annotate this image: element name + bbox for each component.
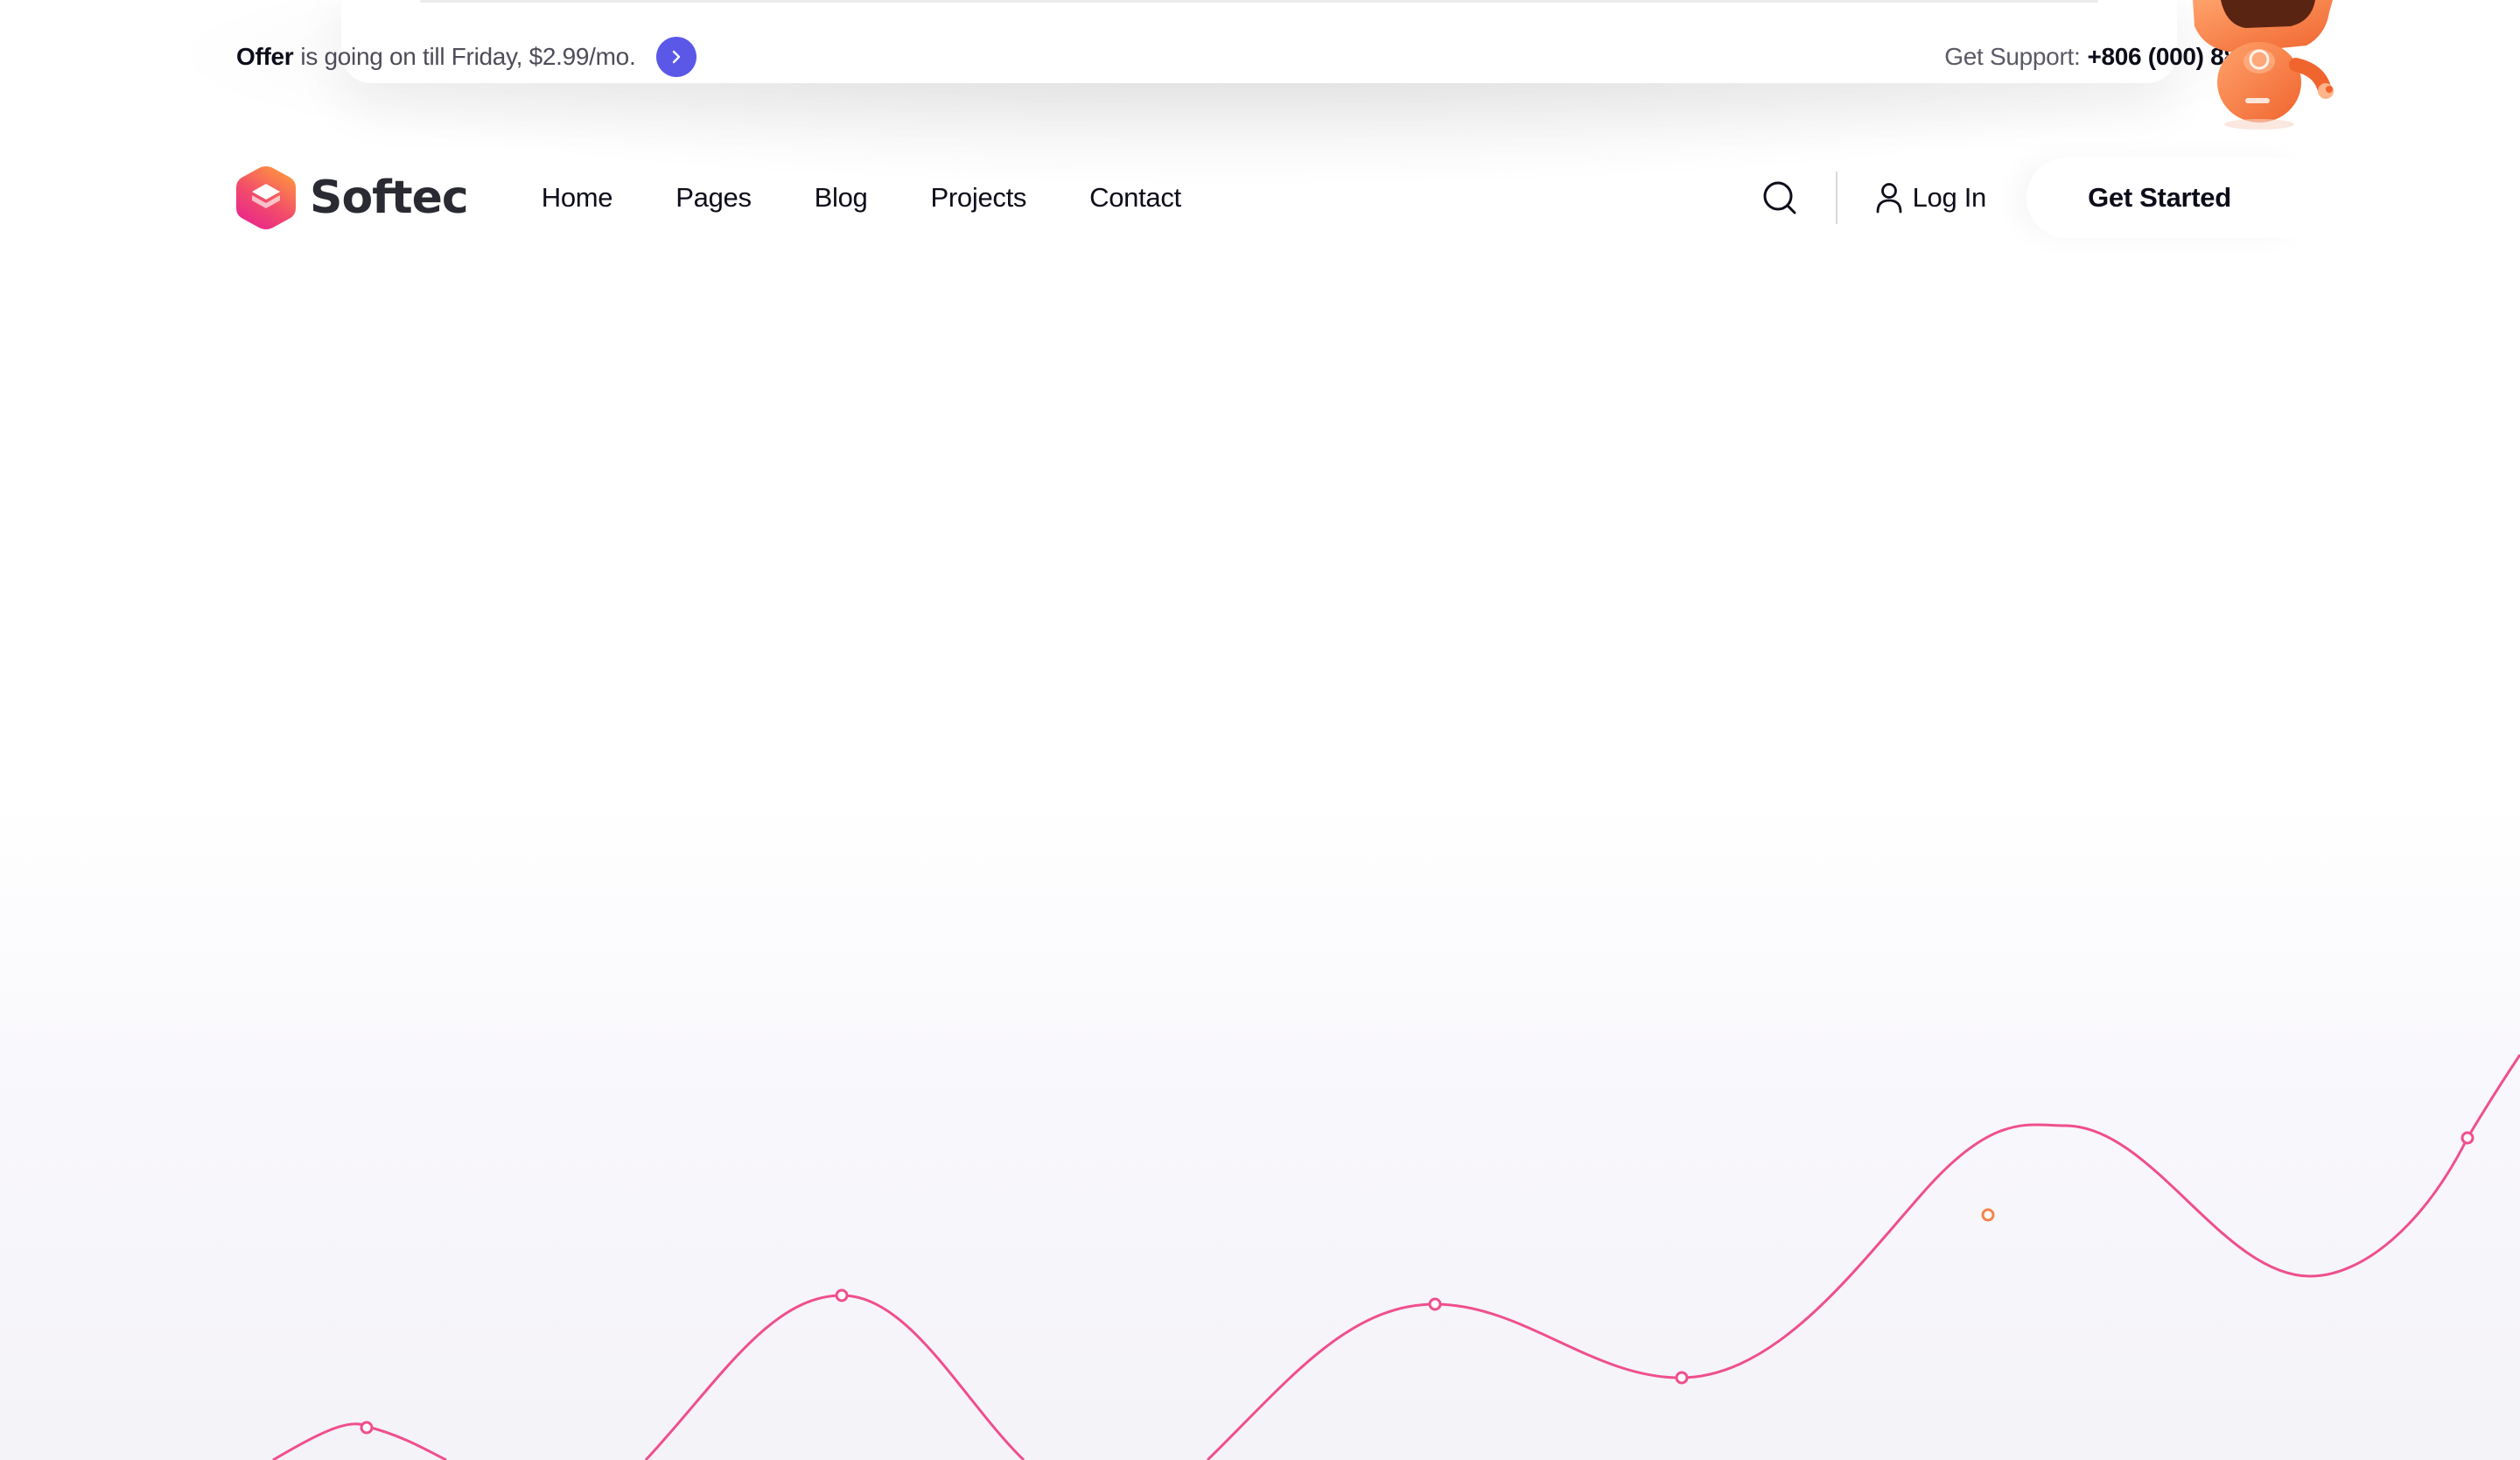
navbar-divider (1835, 172, 1838, 224)
offer-text: is going on till Friday, $2.99/mo. (300, 43, 636, 70)
search-icon (1763, 181, 1796, 214)
robot-mascot-illustration (2193, 0, 2334, 130)
login-button[interactable]: Log In (1876, 182, 1986, 214)
offer-bar-message: Offer is going on till Friday, $2.99/mo. (236, 35, 697, 79)
logo-hexagon-icon (236, 166, 296, 229)
offer-arrow-button[interactable] (656, 37, 697, 77)
nav-projects-link[interactable]: Projects (900, 182, 1059, 214)
search-button[interactable] (1754, 172, 1806, 224)
main-navbar: Softec Home Pages Blog Projects Contact (234, 158, 2300, 238)
get-started-button[interactable]: Get Started (2026, 158, 2300, 238)
nav-blog-link[interactable]: Blog (783, 182, 900, 214)
user-icon (1876, 183, 1902, 214)
login-label: Log In (1912, 182, 1987, 213)
chevron-right-icon (673, 50, 681, 64)
brand-name: Softec (310, 172, 469, 224)
navbar-actions: Log In Get Started (1754, 158, 2300, 238)
brand-logo[interactable]: Softec (234, 165, 469, 231)
nav-pages-link[interactable]: Pages (644, 182, 782, 214)
primary-menu: Home Pages Blog Projects Contact (526, 182, 1213, 214)
nav-contact-link[interactable]: Contact (1058, 182, 1213, 214)
offer-highlight: Offer (236, 43, 294, 70)
support-label: Get Support: (1944, 43, 2081, 70)
nav-home-link[interactable]: Home (526, 182, 645, 214)
page: Offer is going on till Friday, $2.99/mo.… (0, 0, 2520, 1460)
